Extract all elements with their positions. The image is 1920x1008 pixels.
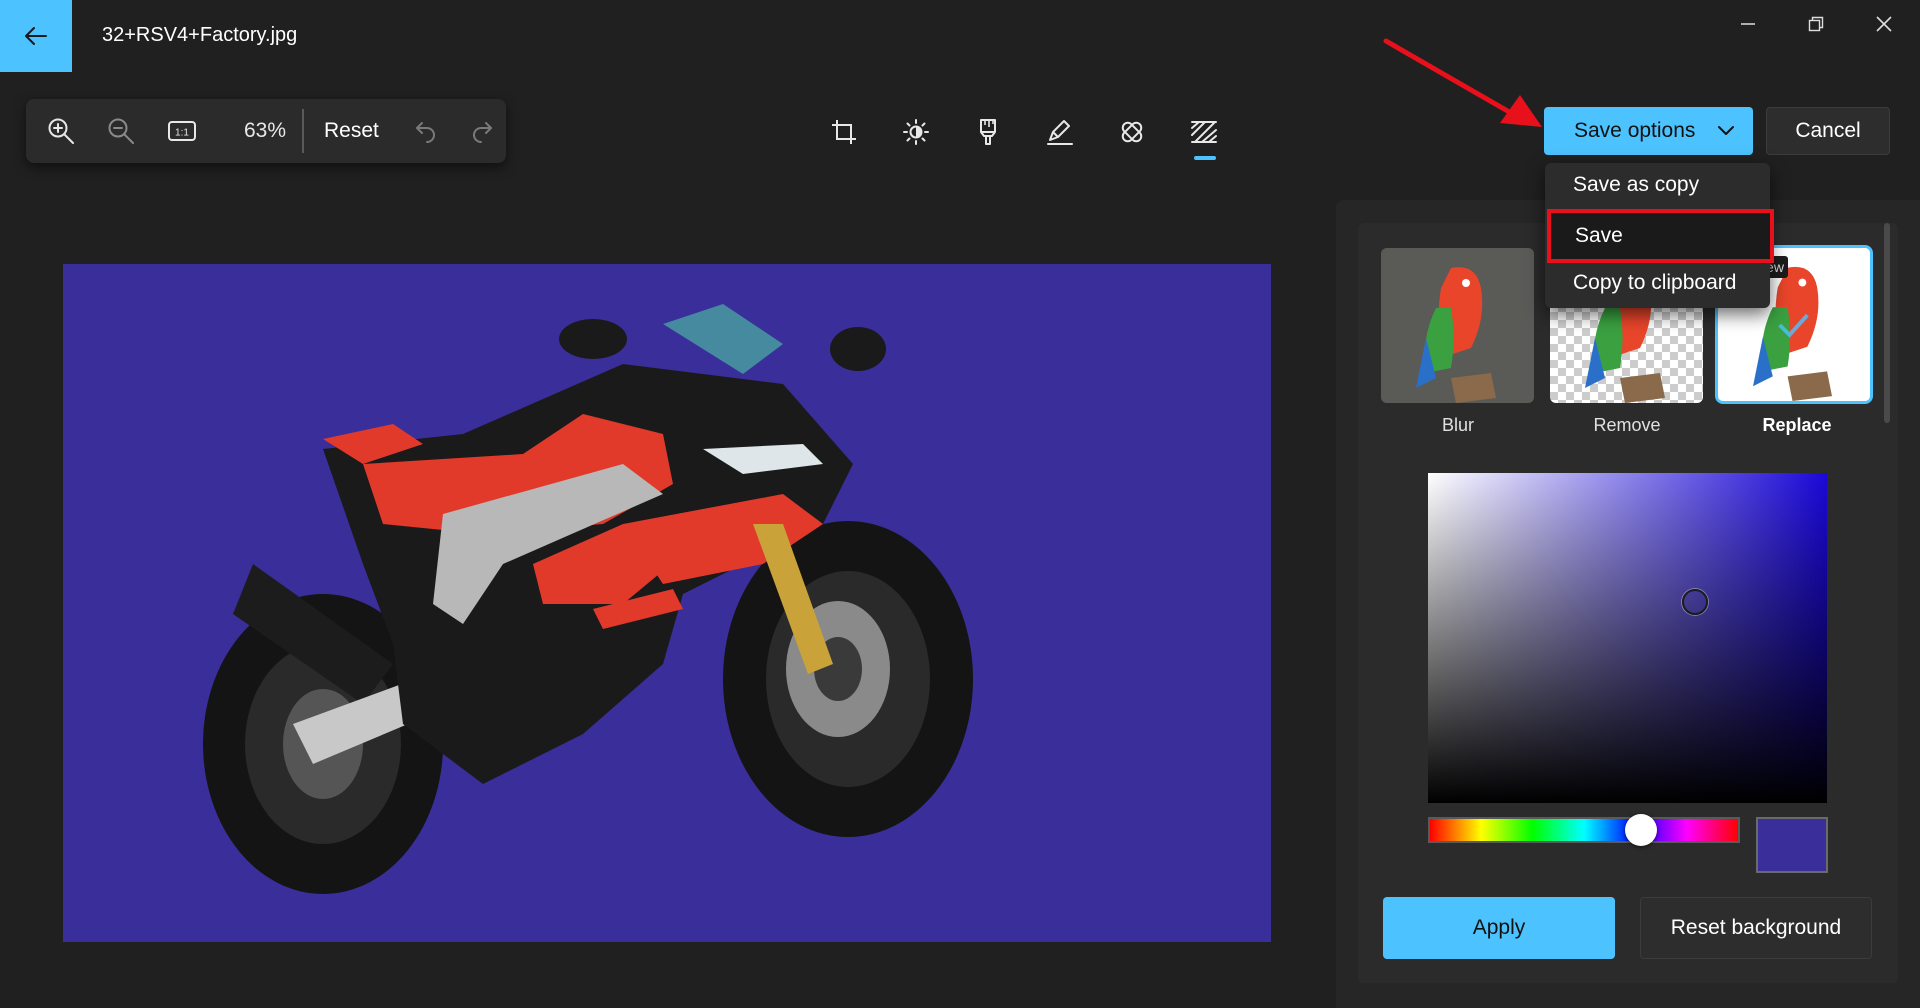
retouch-icon [1121,121,1143,143]
save-options-button[interactable]: Save options [1544,107,1753,155]
zoom-in-button[interactable] [45,115,77,147]
hue-slider-thumb[interactable] [1625,814,1657,846]
toolbar-divider [302,109,304,153]
apply-button[interactable]: Apply [1383,897,1615,959]
markup-tool[interactable] [1043,115,1077,149]
chevron-down-icon [1718,126,1734,135]
close-icon [1876,16,1892,32]
image-canvas[interactable] [63,264,1271,942]
bg-option-blur-label: Blur [1441,415,1474,435]
markup-icon [1047,120,1073,145]
background-icon [1191,121,1217,143]
retouch-tool[interactable] [1115,115,1149,149]
redo-button[interactable] [466,115,498,147]
actual-size-button[interactable]: 1:1 [166,115,198,147]
svg-text:1:1: 1:1 [175,128,189,139]
parrot-blur-thumbnail [1381,248,1534,403]
menu-item-save[interactable]: Save [1547,209,1774,263]
hue-slider[interactable] [1428,817,1740,843]
crop-icon [832,120,856,144]
adjustment-icon [903,119,929,145]
annotation-arrow [1383,38,1542,127]
bg-option-replace-label: Replace [1762,415,1832,435]
file-name: 32+RSV4+Factory.jpg [102,24,298,46]
reset-background-button[interactable]: Reset background [1640,897,1872,959]
save-options-menu: Save as copy Save Copy to clipboard [1545,163,1774,308]
crop-tool[interactable] [827,115,861,149]
adjustment-tool[interactable] [899,115,933,149]
zoom-out-icon [108,118,134,144]
undo-icon [416,122,435,143]
arrow-left-icon [25,27,47,45]
menu-item-save-as-copy[interactable]: Save as copy [1545,163,1770,207]
active-tool-indicator [1194,156,1216,160]
view-toolbar: 1:1 63% Reset [26,99,506,163]
filter-icon [980,119,996,145]
selected-color-swatch[interactable] [1756,817,1828,873]
bg-option-remove-label: Remove [1593,415,1661,435]
minimize-icon [1741,23,1755,25]
restore-icon [1808,16,1824,32]
color-saturation-area[interactable] [1428,473,1827,803]
minimize-button[interactable] [1728,12,1768,36]
actual-size-icon: 1:1 [168,121,196,141]
menu-item-label: Save [1575,224,1623,247]
panel-scrollbar[interactable] [1884,223,1890,423]
cancel-button[interactable]: Cancel [1766,107,1890,155]
motorcycle-image [203,304,973,894]
filter-tool[interactable] [971,115,1005,149]
save-options-label: Save options [1574,119,1696,142]
menu-item-label: Copy to clipboard [1573,271,1737,294]
zoom-in-icon [48,118,74,144]
zoom-out-button[interactable] [105,115,137,147]
restore-button[interactable] [1796,12,1836,36]
reset-button[interactable]: Reset [324,119,379,143]
menu-item-copy-to-clipboard[interactable]: Copy to clipboard [1545,261,1770,305]
zoom-level[interactable]: 63% [244,119,286,143]
bg-option-blur[interactable] [1381,248,1534,403]
close-button[interactable] [1864,12,1904,36]
undo-button[interactable] [410,115,442,147]
redo-icon [473,122,492,143]
back-button[interactable] [0,0,72,72]
color-picker-cursor[interactable] [1682,589,1708,615]
menu-item-label: Save as copy [1573,173,1700,196]
background-tool[interactable] [1187,115,1221,149]
